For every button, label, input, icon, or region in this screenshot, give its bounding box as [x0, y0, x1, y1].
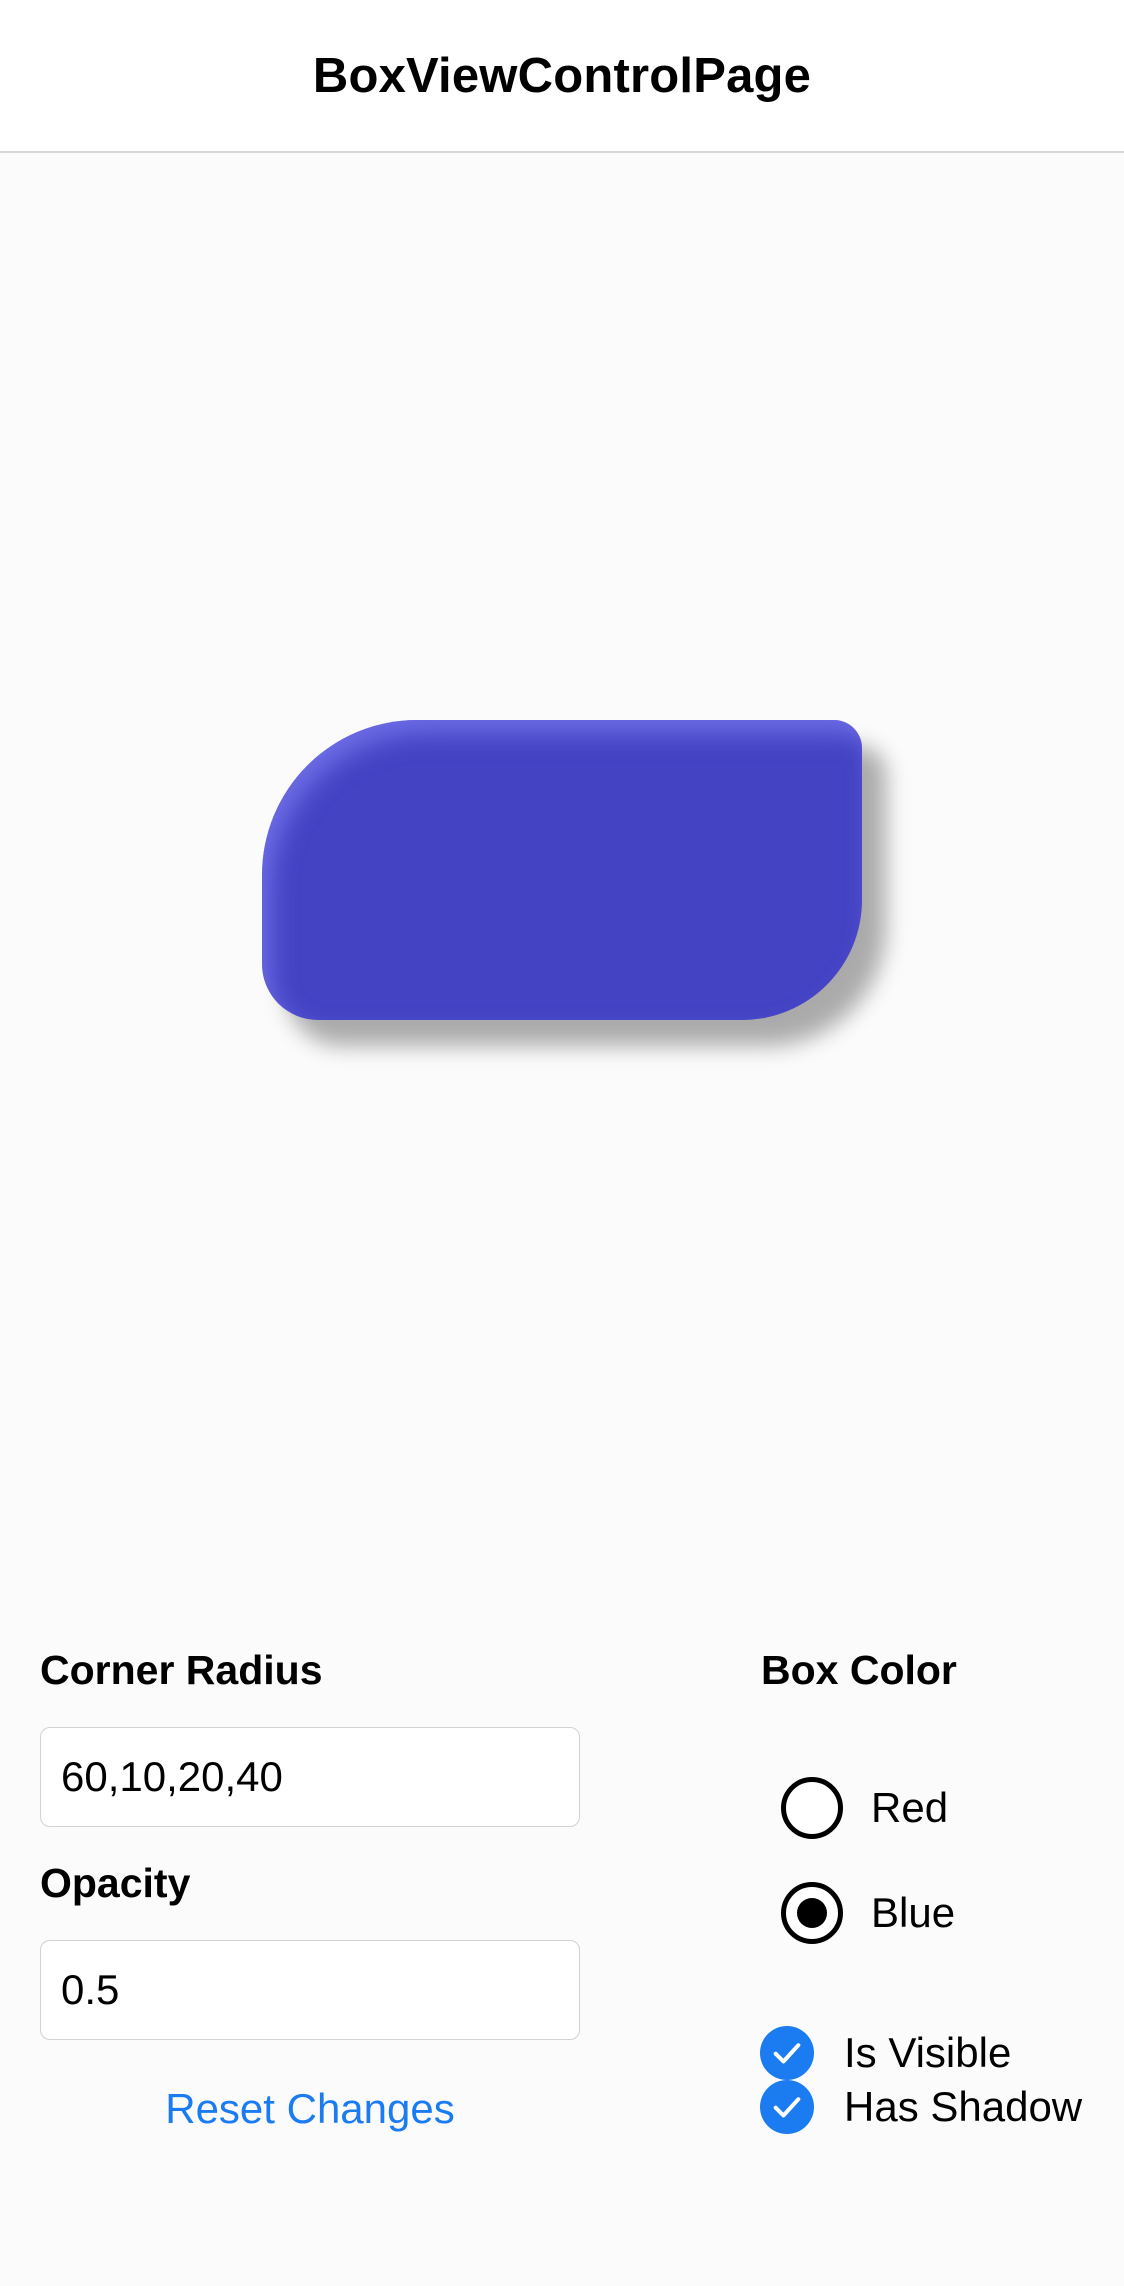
page-title: BoxViewControlPage — [312, 48, 812, 103]
preview-area — [0, 155, 1124, 1585]
reset-changes-button[interactable]: Reset Changes — [40, 2085, 580, 2133]
box-color-label: Box Color — [761, 1647, 957, 1693]
checkbox-label-has-shadow: Has Shadow — [844, 2083, 1083, 2130]
opacity-label: Opacity — [40, 1860, 191, 1906]
radio-label-blue: Blue — [871, 1889, 956, 1936]
navigation-bar: BoxViewControlPage — [0, 0, 1124, 153]
checkbox-label-is-visible: Is Visible — [844, 2029, 1012, 2076]
corner-radius-input[interactable]: 60,10,20,40 — [40, 1727, 580, 1827]
checkmark-icon[interactable] — [760, 2080, 814, 2134]
corner-radius-label: Corner Radius — [40, 1647, 323, 1693]
checkmark-icon[interactable] — [760, 2026, 814, 2080]
radio-label-red: Red — [871, 1784, 949, 1831]
checkbox-is-visible[interactable]: Is Visible — [760, 2026, 1011, 2080]
radio-unselected-icon[interactable] — [781, 1777, 843, 1839]
checkbox-has-shadow[interactable]: Has Shadow — [760, 2080, 1082, 2134]
radio-dot-icon — [797, 1898, 827, 1928]
radio-option-red[interactable]: Red — [781, 1777, 948, 1839]
radio-selected-icon[interactable] — [781, 1882, 843, 1944]
box-view-preview — [262, 720, 862, 1020]
opacity-input[interactable]: 0.5 — [40, 1940, 580, 2040]
radio-option-blue[interactable]: Blue — [781, 1882, 955, 1944]
